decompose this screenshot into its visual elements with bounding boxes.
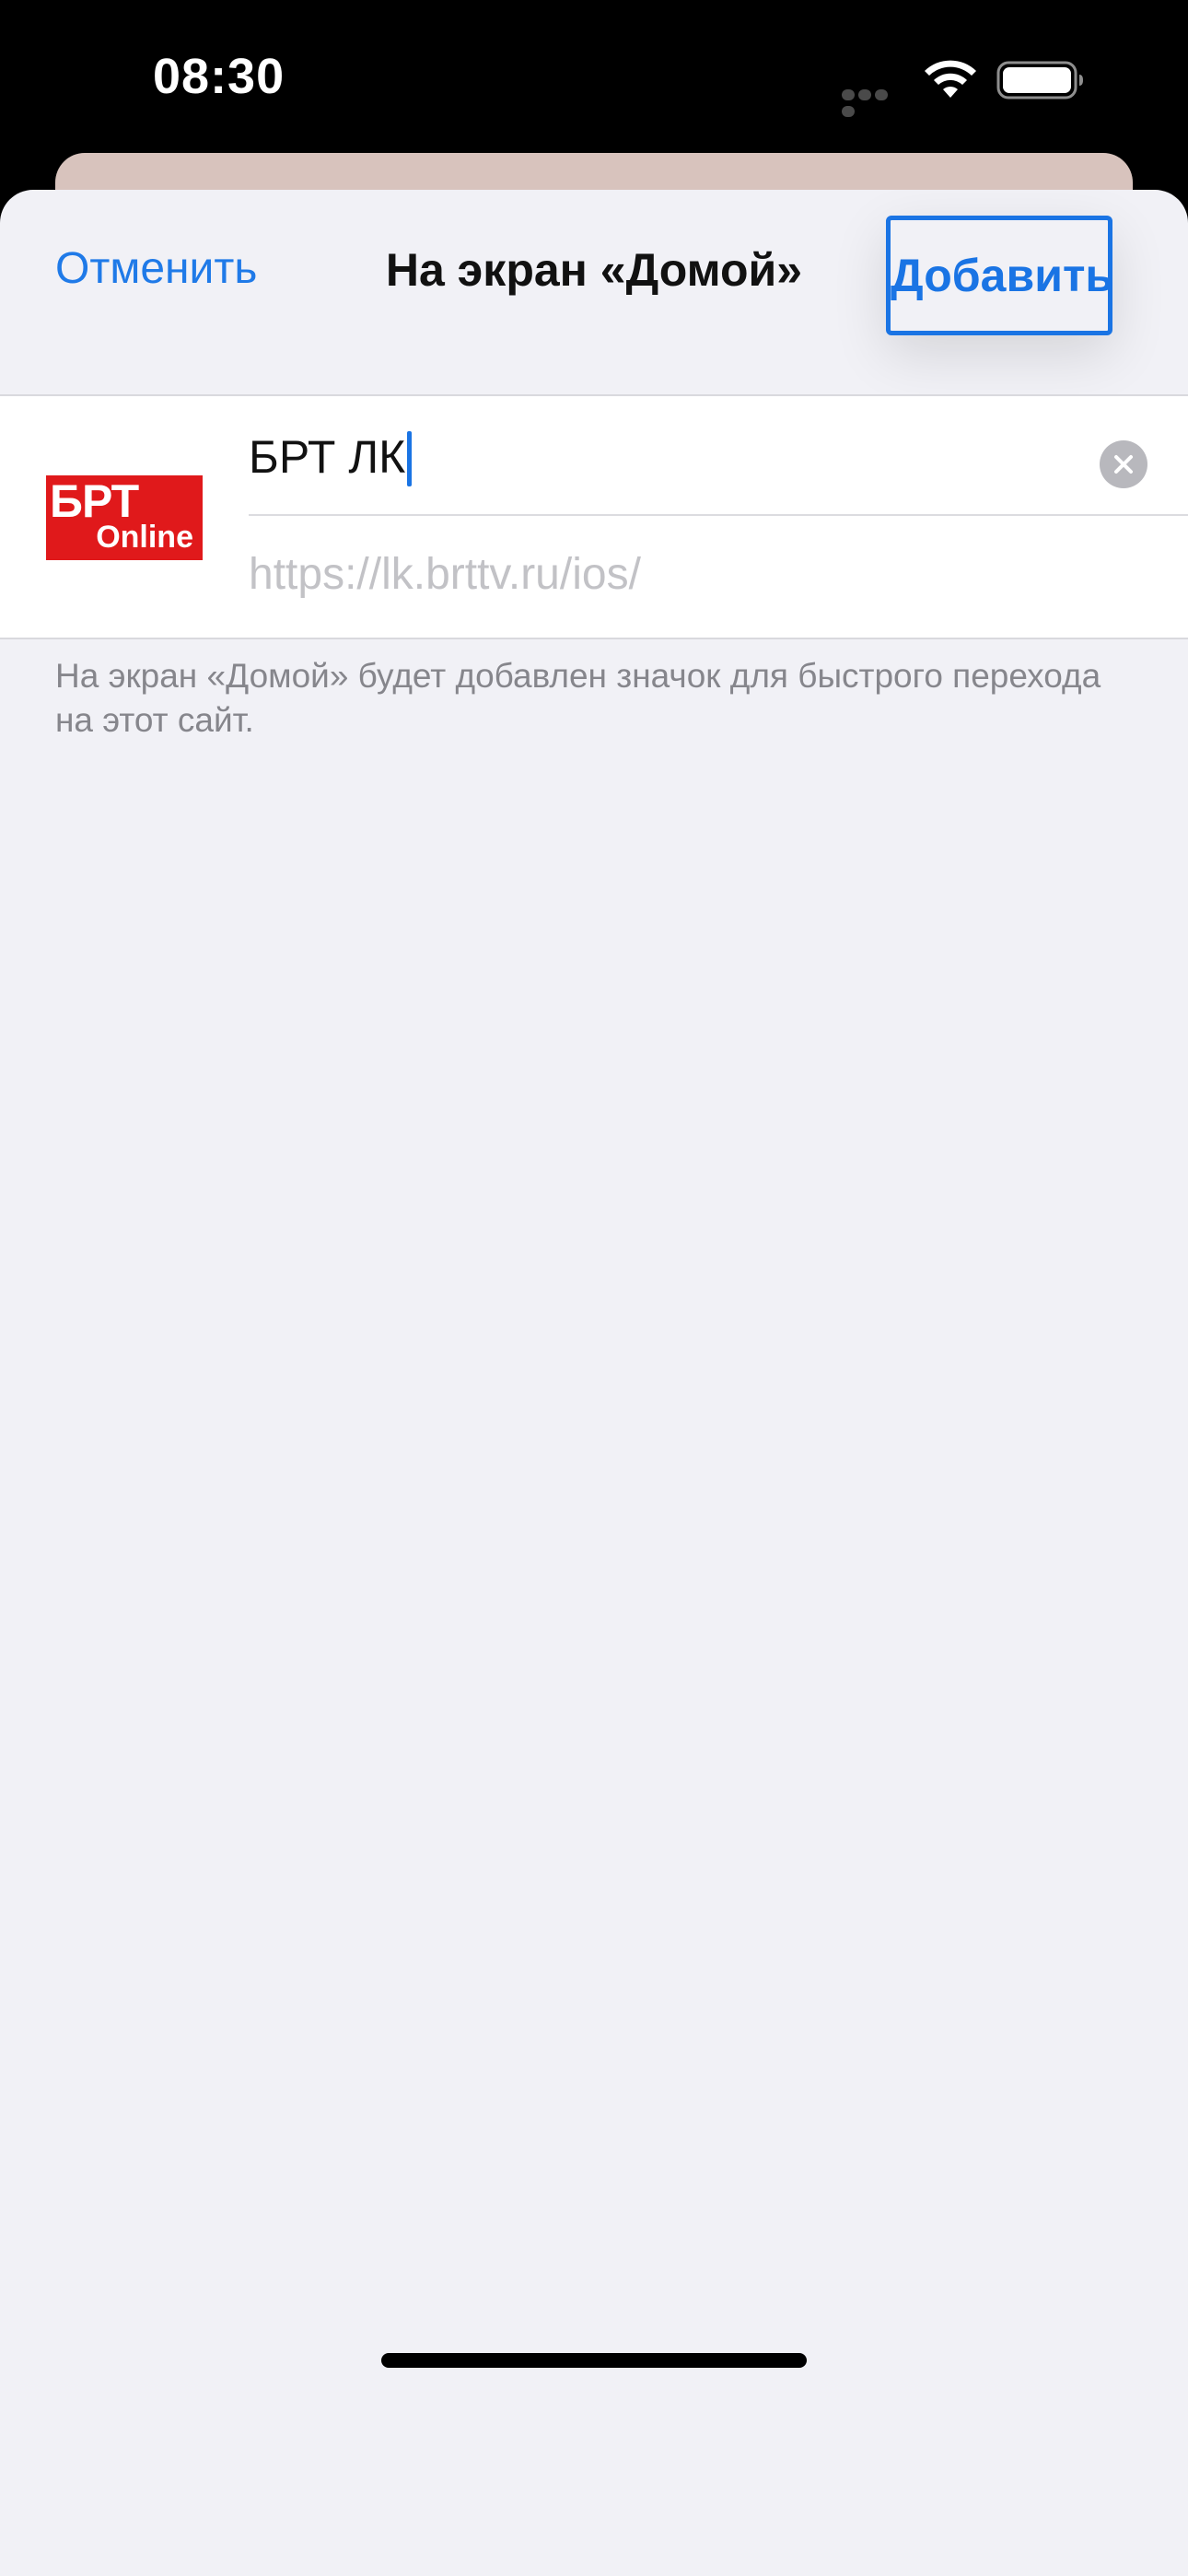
site-icon-line2: Online — [96, 520, 193, 555]
bookmark-name-input[interactable] — [249, 424, 1077, 490]
add-button[interactable]: Добавить — [891, 220, 1113, 331]
bookmark-form: БРТ Online https://lk.brttv.ru/ios/ — [0, 394, 1188, 639]
status-bar: 08:30 — [0, 0, 1188, 157]
field-divider — [249, 514, 1188, 516]
add-button-focus-ring: Добавить — [886, 216, 1113, 335]
home-indicator[interactable] — [381, 2353, 807, 2368]
footer-note: На экран «Домой» будет добавлен значок д… — [55, 657, 1101, 739]
cancel-button[interactable]: Отменить — [55, 243, 257, 294]
bookmark-url: https://lk.brttv.ru/ios/ — [249, 550, 641, 599]
status-time: 08:30 — [153, 49, 285, 104]
battery-icon — [996, 61, 1083, 100]
clear-text-button[interactable] — [1100, 440, 1147, 488]
text-cursor — [407, 431, 412, 486]
clear-text-icon — [1114, 455, 1133, 474]
cellular-signal-icon — [842, 88, 906, 117]
site-icon: БРТ Online — [46, 475, 203, 560]
add-to-home-sheet: Отменить На экран «Домой» Добавить БРТ O… — [0, 190, 1188, 2576]
wifi-icon — [925, 60, 976, 98]
